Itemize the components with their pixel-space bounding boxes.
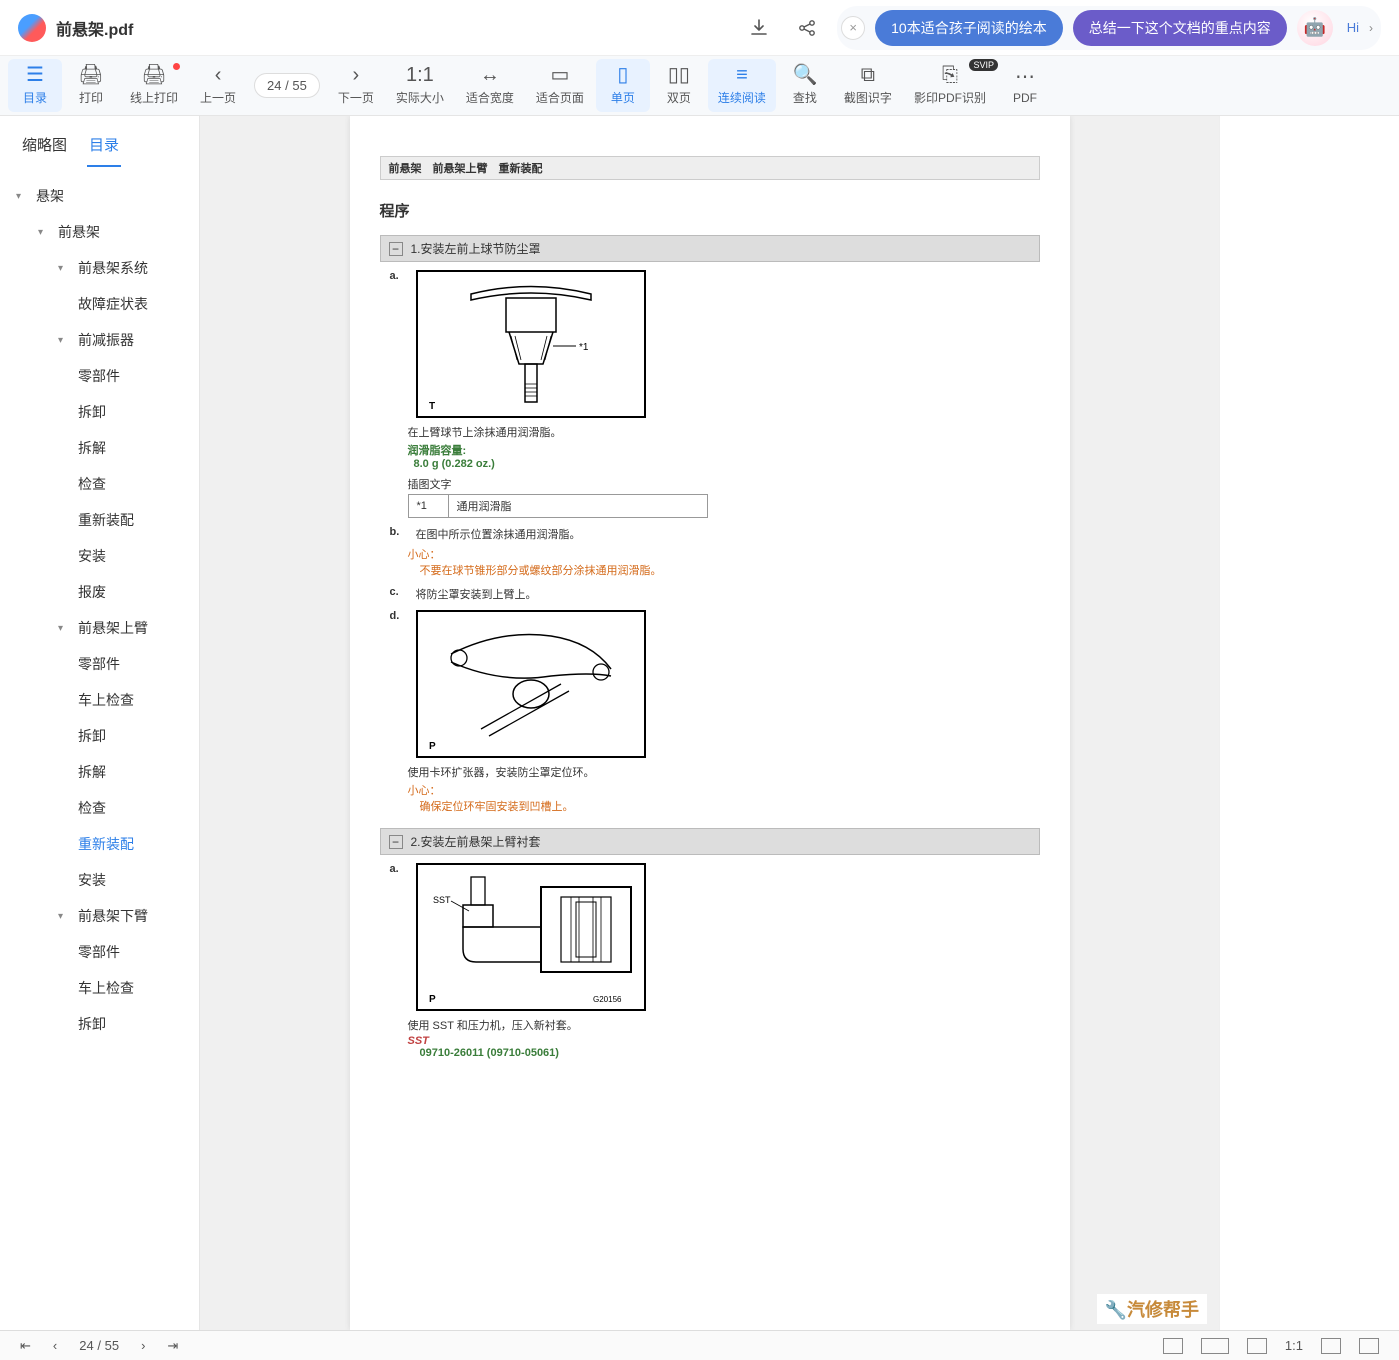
toc-item[interactable]: 重新装配 <box>0 826 199 862</box>
step-1b-caution-label: 小心： <box>408 546 1040 562</box>
fit-page-button[interactable]: ▭适合页面 <box>526 59 594 112</box>
toc-item[interactable]: 检查 <box>0 790 199 826</box>
fit-width-icon[interactable] <box>1321 1338 1341 1354</box>
toc-item[interactable]: 拆解 <box>0 430 199 466</box>
step-1b-note: 在图中所示位置涂抹通用润滑脂。 <box>416 526 581 542</box>
bottom-page-indicator: 24 / 55 <box>79 1338 119 1353</box>
step-1-header: −1.安装左前上球节防尘罩 <box>380 235 1040 262</box>
bottom-next-page-button[interactable]: › <box>141 1338 145 1353</box>
zoom-ratio-button[interactable]: 1:1 <box>1285 1338 1303 1353</box>
svg-text:*1: *1 <box>579 342 589 353</box>
share-button[interactable] <box>789 10 825 46</box>
view-double-icon[interactable] <box>1201 1338 1229 1354</box>
scan-pdf-ocr-button[interactable]: SVIP⎘影印PDF识别 <box>904 59 996 112</box>
toc-button[interactable]: ☰目录 <box>8 59 62 112</box>
toc-item[interactable]: 拆解 <box>0 754 199 790</box>
toc-item[interactable]: 拆卸 <box>0 718 199 754</box>
view-single-icon[interactable] <box>1163 1338 1183 1354</box>
step-2a-label: a. <box>390 863 404 875</box>
toc-item[interactable]: 拆卸 <box>0 1006 199 1042</box>
ai-hi-label: Hi <box>1347 20 1359 35</box>
figure-legend-table: *1通用润滑脂 <box>408 494 708 518</box>
toc-tree: ▾悬架▾前悬架▾前悬架系统故障症状表▾前减振器零部件拆卸拆解检查重新装配安装报废… <box>0 168 199 1052</box>
online-print-button[interactable]: 🖨线上打印 <box>120 59 188 112</box>
bottom-last-page-button[interactable]: ⇥ <box>167 1338 178 1354</box>
next-page-button[interactable]: ›下一页 <box>328 59 384 112</box>
grease-label: 润滑脂容量: <box>408 442 1040 458</box>
bottom-first-page-button[interactable]: ⇤ <box>20 1338 31 1354</box>
toc-item[interactable]: 故障症状表 <box>0 286 199 322</box>
step-1a-note: 在上臂球节上涂抹通用润滑脂。 <box>408 424 1040 440</box>
download-button[interactable] <box>741 10 777 46</box>
toc-item[interactable]: ▾前减振器 <box>0 322 199 358</box>
ai-suggestion-2[interactable]: 总结一下这个文档的重点内容 <box>1073 10 1287 46</box>
figure-caption-label: 插图文字 <box>408 476 1040 492</box>
figure-1a: *1 T <box>416 270 646 418</box>
toc-item[interactable]: 零部件 <box>0 934 199 970</box>
sst-label: SST <box>408 1035 1040 1047</box>
screenshot-ocr-button[interactable]: ⧉截图识字 <box>834 59 902 112</box>
right-panel <box>1219 116 1399 1330</box>
toc-item[interactable]: 车上检查 <box>0 970 199 1006</box>
step-2a-note: 使用 SST 和压力机，压入新衬套。 <box>408 1017 1040 1033</box>
app-logo <box>18 14 46 42</box>
fit-page-icon[interactable] <box>1359 1338 1379 1354</box>
step-1c-note: 将防尘罩安装到上臂上。 <box>416 586 537 602</box>
toc-item[interactable]: 零部件 <box>0 358 199 394</box>
find-button[interactable]: 🔍查找 <box>778 59 832 112</box>
figure-1d: P <box>416 610 646 758</box>
breadcrumb: 前悬架 前悬架上臂 重新装配 <box>380 156 1040 180</box>
fit-width-button[interactable]: ↔适合宽度 <box>456 59 524 112</box>
toc-item[interactable]: ▾前悬架上臂 <box>0 610 199 646</box>
ai-close-button[interactable]: × <box>841 16 865 40</box>
step-2-header: −2.安装左前悬架上臂衬套 <box>380 828 1040 855</box>
step-1d-caution-label: 小心： <box>408 782 1040 798</box>
toc-item[interactable]: 零部件 <box>0 646 199 682</box>
toc-item[interactable]: 检查 <box>0 466 199 502</box>
toc-item[interactable]: 拆卸 <box>0 394 199 430</box>
svg-text:P: P <box>429 994 436 1005</box>
prev-page-button[interactable]: ‹上一页 <box>190 59 246 112</box>
toc-item[interactable]: ▾悬架 <box>0 178 199 214</box>
double-page-button[interactable]: ▯▯双页 <box>652 59 706 112</box>
chevron-right-icon[interactable]: › <box>1369 21 1373 35</box>
toc-item[interactable]: 安装 <box>0 862 199 898</box>
step-1b-label: b. <box>390 526 404 538</box>
section-title: 程序 <box>380 200 1040 221</box>
toc-item[interactable]: ▾前悬架 <box>0 214 199 250</box>
grease-value: 8.0 g (0.282 oz.) <box>414 458 1040 470</box>
continuous-read-button[interactable]: ≡连续阅读 <box>708 59 776 112</box>
toc-item[interactable]: 报废 <box>0 574 199 610</box>
step-1d-note: 使用卡环扩张器，安装防尘罩定位环。 <box>408 764 1040 780</box>
figure-2a: SST P G20156 <box>416 863 646 1011</box>
toc-item[interactable]: 车上检查 <box>0 682 199 718</box>
svg-text:T: T <box>429 401 435 412</box>
step-1b-caution: 不要在球节锥形部分或螺纹部分涂抹通用润滑脂。 <box>420 562 1040 578</box>
tab-toc[interactable]: 目录 <box>87 128 121 167</box>
page-indicator[interactable]: 24 / 55 <box>254 73 320 98</box>
single-page-button[interactable]: ▯单页 <box>596 59 650 112</box>
toc-item[interactable]: ▾前悬架下臂 <box>0 898 199 934</box>
bottom-prev-page-button[interactable]: ‹ <box>53 1338 57 1353</box>
tab-thumbnails[interactable]: 缩略图 <box>20 128 69 167</box>
actual-size-button[interactable]: 1:1实际大小 <box>386 59 454 112</box>
toc-item[interactable]: 安装 <box>0 538 199 574</box>
svg-text:SST: SST <box>433 895 451 905</box>
document-filename: 前悬架.pdf <box>56 16 133 40</box>
step-1a-label: a. <box>390 270 404 282</box>
ai-suggestion-1[interactable]: 10本适合孩子阅读的绘本 <box>875 10 1063 46</box>
print-button[interactable]: 🖨打印 <box>64 59 118 112</box>
pdf-more-button[interactable]: ⋯PDF <box>998 61 1052 111</box>
svg-text:G20156: G20156 <box>593 995 622 1004</box>
step-1d-label: d. <box>390 610 404 622</box>
toc-item[interactable]: 重新装配 <box>0 502 199 538</box>
watermark: 🔧汽修帮手 <box>1097 1294 1207 1324</box>
step-1d-caution: 确保定位环牢固安装到凹槽上。 <box>420 798 1040 814</box>
ai-avatar-icon[interactable]: 🤖 <box>1297 10 1333 46</box>
view-continuous-icon[interactable] <box>1247 1338 1267 1354</box>
toc-item[interactable]: ▾前悬架系统 <box>0 250 199 286</box>
sst-code: 09710-26011 (09710-05061) <box>420 1047 1040 1059</box>
step-1c-label: c. <box>390 586 404 598</box>
svg-text:P: P <box>429 741 436 752</box>
